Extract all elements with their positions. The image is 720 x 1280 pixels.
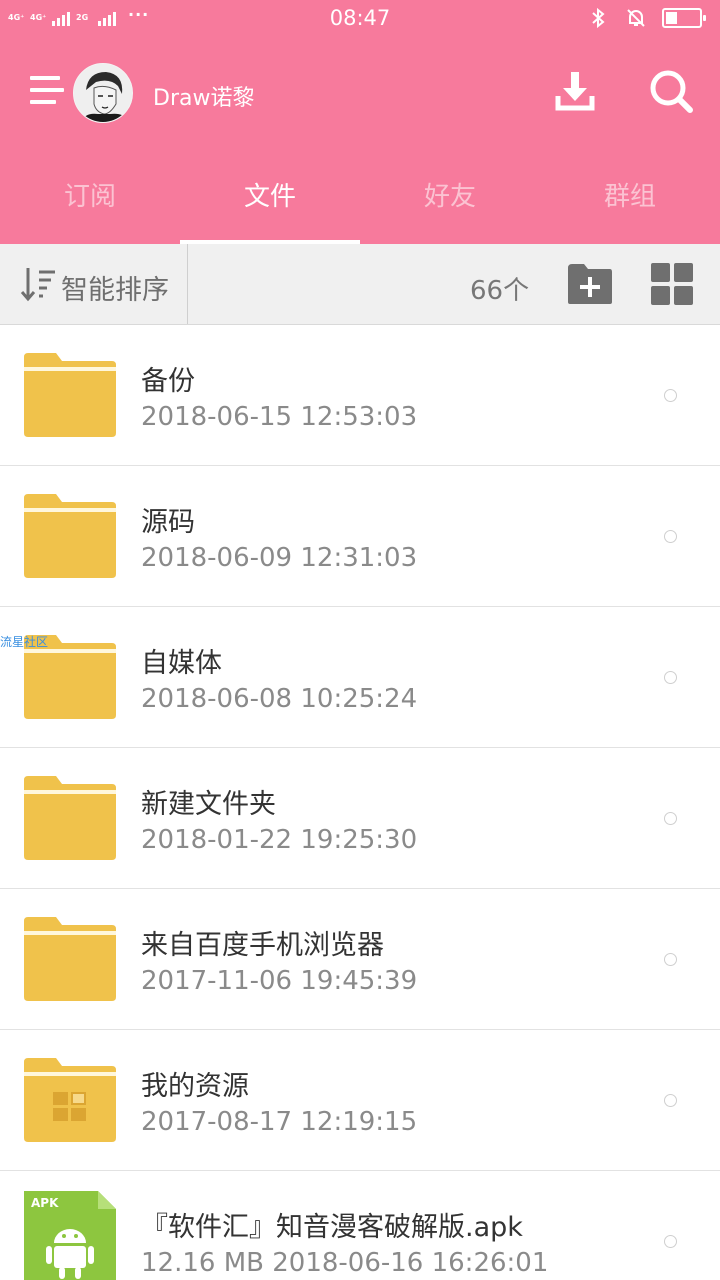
tab-bar: 订阅 文件 好友 群组 xyxy=(0,166,720,244)
file-toolbar: 智能排序 66个 xyxy=(0,244,720,325)
menu-button[interactable] xyxy=(30,76,64,106)
file-meta: 2018-06-09 12:31:03 xyxy=(141,543,418,573)
select-checkbox[interactable] xyxy=(664,953,677,966)
file-meta: 2017-08-17 12:19:15 xyxy=(141,1107,418,1137)
list-item[interactable]: 新建文件夹 2018-01-22 19:25:30 xyxy=(0,748,720,889)
grid-view-button[interactable] xyxy=(648,262,696,306)
select-checkbox[interactable] xyxy=(664,1235,677,1248)
file-name: 备份 xyxy=(141,366,195,397)
tab-files[interactable]: 文件 xyxy=(180,166,360,244)
search-button[interactable] xyxy=(648,68,694,114)
file-name: 来自百度手机浏览器 xyxy=(141,930,384,961)
username[interactable]: Draw诺黎 xyxy=(153,80,254,112)
select-checkbox[interactable] xyxy=(664,530,677,543)
sort-icon xyxy=(20,268,55,302)
new-folder-button[interactable] xyxy=(566,262,614,306)
list-item[interactable]: 备份 2018-06-15 12:53:03 xyxy=(0,325,720,466)
apk-file-icon: APK xyxy=(24,1191,116,1280)
file-name: 自媒体 xyxy=(141,648,222,679)
status-bar: 4G⁺ 4G⁺ 2G ··· 08:47 xyxy=(0,0,720,40)
status-icons xyxy=(586,6,706,30)
file-meta: 2018-01-22 19:25:30 xyxy=(141,825,418,855)
battery-icon xyxy=(662,8,706,28)
file-meta: 2018-06-08 10:25:24 xyxy=(141,684,418,714)
tab-groups[interactable]: 群组 xyxy=(540,166,720,244)
apps-folder-icon xyxy=(24,1058,116,1142)
list-item[interactable]: 源码 2018-06-09 12:31:03 xyxy=(0,466,720,607)
tab-subscribe[interactable]: 订阅 xyxy=(0,166,180,244)
tab-friends[interactable]: 好友 xyxy=(360,166,540,244)
folder-icon xyxy=(24,353,116,437)
apk-badge: APK xyxy=(31,1196,59,1210)
download-button[interactable] xyxy=(552,68,598,114)
mute-bell-icon xyxy=(627,9,645,27)
select-checkbox[interactable] xyxy=(664,671,677,684)
folder-icon xyxy=(24,917,116,1001)
list-item[interactable]: 我的资源 2017-08-17 12:19:15 xyxy=(0,1030,720,1171)
list-item[interactable]: 来自百度手机浏览器 2017-11-06 19:45:39 xyxy=(0,889,720,1030)
select-checkbox[interactable] xyxy=(664,389,677,402)
file-count: 66个 xyxy=(470,276,530,306)
folder-icon xyxy=(24,494,116,578)
file-meta: 2018-06-15 12:53:03 xyxy=(141,402,418,432)
watermark-text: 流星社区 xyxy=(0,635,49,649)
file-meta: 12.16 MB 2018-06-16 16:26:01 xyxy=(141,1248,549,1278)
list-item[interactable]: 自媒体 2018-06-08 10:25:24 xyxy=(0,607,720,748)
sort-label: 智能排序 xyxy=(61,275,169,306)
bluetooth-icon xyxy=(592,7,605,29)
avatar-portrait xyxy=(74,64,132,122)
avatar[interactable] xyxy=(73,63,133,123)
file-name: 源码 xyxy=(141,507,195,538)
search-icon xyxy=(650,70,693,113)
file-meta: 2017-11-06 19:45:39 xyxy=(141,966,418,996)
download-icon xyxy=(555,72,595,111)
list-item[interactable]: APK 『软件汇』知音漫客破解版.apk 12.16 MB 2018-06-16… xyxy=(0,1171,720,1280)
app-header: 4G⁺ 4G⁺ 2G ··· 08:47 Draw诺黎 订阅 文件 好友 群组 xyxy=(0,0,720,244)
file-list: 备份 2018-06-15 12:53:03 源码 2018-06-09 12:… xyxy=(0,325,720,1280)
file-name: 新建文件夹 xyxy=(141,789,276,820)
sort-button[interactable]: 智能排序 xyxy=(0,244,188,324)
file-name: 我的资源 xyxy=(141,1071,249,1102)
file-name: 『软件汇』知音漫客破解版.apk xyxy=(141,1212,523,1243)
select-checkbox[interactable] xyxy=(664,1094,677,1107)
folder-icon xyxy=(24,776,116,860)
select-checkbox[interactable] xyxy=(664,812,677,825)
